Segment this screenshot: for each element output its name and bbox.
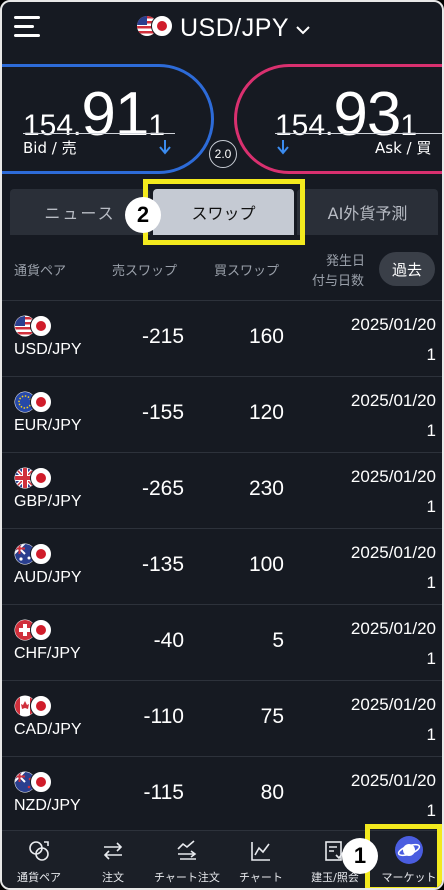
nav-currency-pair[interactable]: 通貨ペア	[2, 831, 76, 888]
row-date: 2025/01/20	[350, 315, 436, 334]
row-sell-swap: -135	[141, 553, 184, 576]
row-pair: GBP/JPY	[14, 493, 82, 510]
swap-table-body: USD/JPY -215 160 2025/01/20 1 EUR/JPY -155 120 2…	[2, 300, 442, 832]
row-sell-swap: -110	[143, 705, 184, 728]
swap-row-eur-jpy[interactable]: EUR/JPY -155 120 2025/01/20 1	[2, 376, 442, 452]
chevron-down-icon	[296, 26, 310, 35]
row-buy-swap: 230	[248, 477, 284, 500]
nav-chart-order[interactable]: チャート注文	[150, 831, 224, 888]
row-date: 2025/01/20	[350, 543, 436, 562]
row-date: 2025/01/20	[350, 391, 436, 410]
header-sell-swap: 売スワップ	[112, 264, 178, 279]
row-days: 1	[426, 649, 436, 668]
row-sell-swap: -265	[141, 477, 184, 500]
arrow-down-icon	[277, 140, 289, 155]
row-pair: EUR/JPY	[14, 417, 82, 434]
spread-badge: 2.0	[209, 140, 237, 168]
nav-label: チャート	[239, 871, 283, 884]
us-jp-flag-icon	[136, 15, 174, 41]
swap-row-nzd-jpy[interactable]: NZD/JPY -115 80 2025/01/20 1	[2, 756, 442, 832]
us-jp-flag-icon	[14, 315, 54, 341]
row-days: 1	[426, 725, 436, 744]
nz-jp-flag-icon	[14, 771, 54, 797]
row-sell-swap: -155	[141, 401, 184, 424]
row-buy-swap: 5	[272, 629, 284, 652]
swap-table-header: 通貨ペア 売スワップ 買スワップ 発生日 付与日数	[2, 240, 442, 300]
eu-jp-flag-icon	[14, 391, 54, 417]
tab-ai-forecast[interactable]: AI外貨予測	[297, 189, 438, 235]
order-arrows-icon	[103, 842, 123, 860]
arrow-down-icon	[159, 140, 171, 155]
row-buy-swap: 80	[260, 781, 284, 804]
currency-pair-selector[interactable]: USD/JPY	[136, 10, 311, 46]
annotation-badge-2: 2	[125, 197, 161, 233]
row-date: 2025/01/20	[350, 695, 436, 714]
row-pair: NZD/JPY	[14, 797, 81, 814]
header-buy-swap: 買スワップ	[214, 264, 280, 279]
row-sell-swap: -115	[143, 781, 184, 804]
past-button[interactable]: 過去	[379, 252, 435, 286]
nav-label: 通貨ペア	[17, 871, 61, 884]
ask-price-card[interactable]: 154.931 Ask / 買	[234, 64, 442, 174]
ch-jp-flag-icon	[14, 619, 54, 645]
line-chart-icon	[251, 842, 270, 861]
app-screen: USD/JPY 154.911 Bid / 売 154.931 Ask / 買 …	[0, 0, 444, 890]
row-date: 2025/01/20	[350, 467, 436, 486]
app-header: USD/JPY	[2, 2, 442, 58]
row-buy-swap: 100	[248, 553, 284, 576]
bid-price-card[interactable]: 154.911 Bid / 売	[2, 64, 214, 174]
row-days: 1	[426, 573, 436, 592]
row-sell-swap: -215	[141, 325, 184, 348]
row-pair: CAD/JPY	[14, 721, 82, 738]
nav-order[interactable]: 注文	[76, 831, 150, 888]
swap-row-gbp-jpy[interactable]: GBP/JPY -265 230 2025/01/20 1	[2, 452, 442, 528]
row-date: 2025/01/20	[350, 619, 436, 638]
header-pair: 通貨ペア	[14, 264, 67, 279]
header-date: 発生日	[326, 254, 366, 269]
row-days: 1	[426, 345, 436, 364]
ca-jp-flag-icon	[14, 695, 54, 721]
chart-order-icon	[177, 840, 197, 860]
row-days: 1	[426, 421, 436, 440]
row-buy-swap: 120	[248, 401, 284, 424]
bid-label: Bid / 売	[23, 139, 77, 157]
row-pair: CHF/JPY	[14, 645, 81, 662]
swap-row-cad-jpy[interactable]: CAD/JPY -110 75 2025/01/20 1	[2, 680, 442, 756]
swap-row-aud-jpy[interactable]: AUD/JPY -135 100 2025/01/20 1	[2, 528, 442, 604]
nav-label: 注文	[102, 871, 124, 884]
hamburger-menu-icon[interactable]	[14, 16, 42, 38]
nav-label: チャート注文	[154, 871, 220, 884]
row-days: 1	[426, 497, 436, 516]
row-date: 2025/01/20	[350, 771, 436, 790]
ask-label: Ask / 買	[375, 139, 432, 157]
pair-title: USD/JPY	[180, 13, 290, 42]
row-pair: AUD/JPY	[14, 569, 82, 586]
gb-jp-flag-icon	[14, 467, 54, 493]
row-sell-swap: -40	[153, 629, 184, 652]
row-days: 1	[426, 801, 436, 820]
header-days: 付与日数	[312, 274, 365, 289]
swap-tab-highlight	[143, 179, 305, 245]
swap-row-usd-jpy[interactable]: USD/JPY -215 160 2025/01/20 1	[2, 300, 442, 376]
row-pair: USD/JPY	[14, 341, 82, 358]
row-buy-swap: 160	[248, 325, 284, 348]
currency-pair-icon	[29, 841, 49, 861]
swap-row-chf-jpy[interactable]: CHF/JPY -40 5 2025/01/20 1	[2, 604, 442, 680]
nav-chart[interactable]: チャート	[224, 831, 298, 888]
annotation-badge-1: 1	[342, 838, 378, 874]
au-jp-flag-icon	[14, 543, 54, 569]
row-buy-swap: 75	[260, 705, 284, 728]
